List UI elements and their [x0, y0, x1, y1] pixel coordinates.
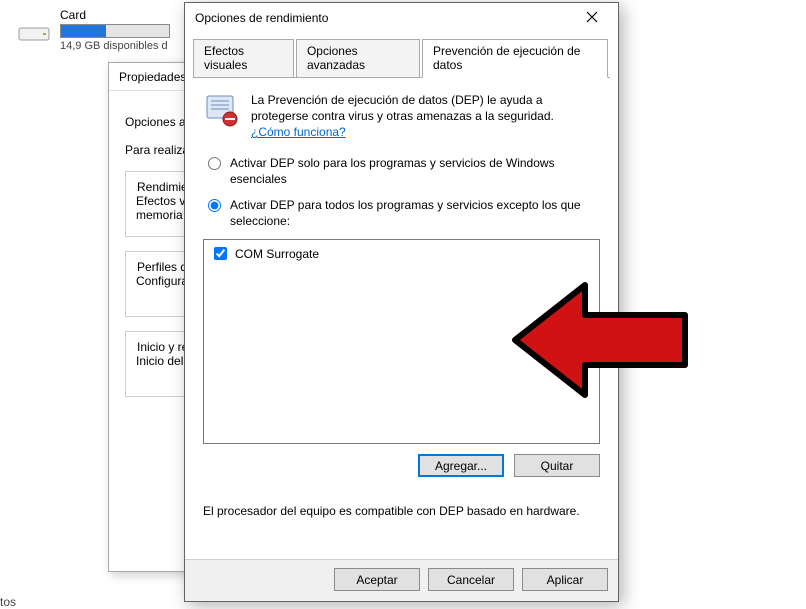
- radio-dep-all-label: Activar DEP para todos los programas y s…: [230, 197, 600, 229]
- dep-how-link[interactable]: ¿Cómo funciona?: [251, 125, 346, 139]
- dep-intro: La Prevención de ejecución de datos (DEP…: [203, 92, 600, 141]
- radio-dep-essential[interactable]: Activar DEP solo para los programas y se…: [203, 155, 600, 187]
- dialog-footer: Aceptar Cancelar Aplicar: [185, 559, 618, 601]
- list-actions: Agregar... Quitar: [203, 454, 600, 477]
- ok-button[interactable]: Aceptar: [334, 568, 420, 591]
- apply-button[interactable]: Aplicar: [522, 568, 608, 591]
- cancel-button[interactable]: Cancelar: [428, 568, 514, 591]
- radio-dep-all[interactable]: Activar DEP para todos los programas y s…: [203, 197, 600, 229]
- radio-dep-all-input[interactable]: [208, 199, 221, 212]
- radio-dep-essential-input[interactable]: [208, 157, 221, 170]
- remove-button[interactable]: Quitar: [514, 454, 600, 477]
- tab-body-dep: La Prevención de ejecución de datos (DEP…: [185, 78, 618, 559]
- dep-compat-text: El procesador del equipo es compatible c…: [203, 503, 600, 519]
- dialog-titlebar: Opciones de rendimiento: [185, 3, 618, 33]
- bottom-fragment: tos: [0, 593, 16, 609]
- performance-options-dialog: Opciones de rendimiento Efectos visuales…: [184, 2, 619, 602]
- dialog-title: Opciones de rendimiento: [195, 11, 328, 25]
- drive-info: Card 14,9 GB disponibles d: [60, 8, 170, 52]
- drive-label: Card: [60, 8, 170, 22]
- tab-dep[interactable]: Prevención de ejecución de datos: [422, 39, 608, 78]
- tab-strip: Efectos visuales Opciones avanzadas Prev…: [193, 39, 610, 78]
- dep-exceptions-list[interactable]: COM Surrogate: [203, 239, 600, 444]
- list-item-checkbox[interactable]: [214, 247, 227, 260]
- list-item[interactable]: COM Surrogate: [208, 244, 595, 263]
- close-icon: [586, 10, 598, 26]
- drive-usage-bar: [60, 24, 170, 38]
- radio-dep-essential-label: Activar DEP solo para los programas y se…: [230, 155, 600, 187]
- drive-subtext: 14,9 GB disponibles d: [60, 40, 170, 52]
- tab-advanced[interactable]: Opciones avanzadas: [296, 39, 420, 77]
- drive-icon: [18, 22, 50, 46]
- dep-intro-text: La Prevención de ejecución de datos (DEP…: [251, 92, 600, 141]
- dep-intro-body: La Prevención de ejecución de datos (DEP…: [251, 93, 554, 123]
- tab-visual-effects[interactable]: Efectos visuales: [193, 39, 294, 77]
- dep-icon: [203, 92, 239, 128]
- add-button[interactable]: Agregar...: [418, 454, 504, 477]
- drive-entry: Card 14,9 GB disponibles d: [18, 8, 170, 52]
- list-item-label: COM Surrogate: [235, 247, 319, 261]
- close-button[interactable]: [572, 5, 612, 31]
